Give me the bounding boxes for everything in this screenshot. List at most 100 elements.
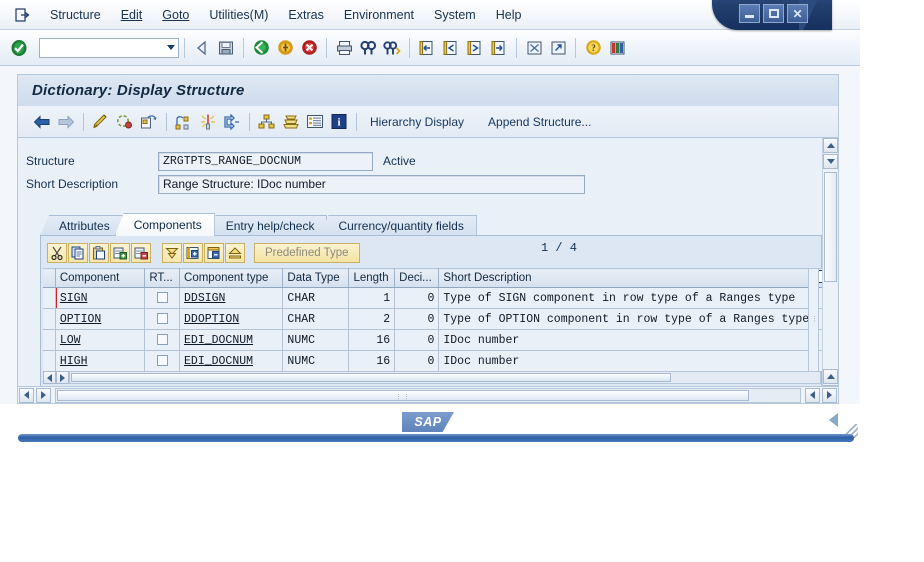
find-icon[interactable] (357, 37, 379, 59)
window-horizontal-scrollbar[interactable]: ⋮⋮ (17, 386, 839, 404)
tab-attributes[interactable]: Attributes (40, 215, 123, 236)
content-vertical-scrollbar[interactable] (822, 138, 837, 400)
content-scroll-down-button[interactable] (823, 154, 838, 169)
create-session-icon[interactable] (523, 37, 545, 59)
grid-scroll-thumb[interactable] (71, 373, 671, 382)
customize-layout-icon[interactable] (606, 37, 628, 59)
back-arrow-icon[interactable] (30, 111, 54, 133)
back-green-icon[interactable] (250, 37, 272, 59)
cell-component-type[interactable]: DDSIGN (180, 288, 283, 309)
stack-icon[interactable] (279, 111, 303, 133)
scroll-right-button[interactable] (56, 371, 69, 384)
table-row[interactable]: SIGN DDSIGN CHAR 1 0 Type of SIGN compon… (43, 288, 829, 309)
header-component-type[interactable]: Component type (180, 269, 283, 288)
maximize-button[interactable] (763, 4, 784, 23)
header-length[interactable]: Length (349, 269, 395, 288)
first-page-icon[interactable] (416, 37, 438, 59)
header-rt[interactable]: RT... (145, 269, 180, 288)
save-icon[interactable] (215, 37, 237, 59)
cell-rt-checkbox[interactable] (145, 288, 180, 309)
row-selector[interactable] (43, 351, 55, 372)
checkbox-icon[interactable] (157, 313, 168, 324)
header-component[interactable]: Component (55, 269, 144, 288)
navigate-icon[interactable] (220, 111, 244, 133)
menu-item-system[interactable]: System (424, 6, 486, 24)
insert-row-icon[interactable] (110, 243, 130, 263)
window-scroll-left2-button[interactable] (805, 388, 820, 403)
row-selector[interactable] (43, 330, 55, 351)
previous-page-icon[interactable] (440, 37, 462, 59)
paste-icon[interactable] (89, 243, 109, 263)
table-row[interactable]: OPTION DDOPTION CHAR 2 0 Type of OPTION … (43, 309, 829, 330)
info-icon[interactable]: i (327, 111, 351, 133)
menu-item-edit[interactable]: Edit (111, 6, 153, 24)
predefined-type-button[interactable]: Predefined Type (254, 243, 360, 263)
cell-component-type[interactable]: DDOPTION (180, 309, 283, 330)
create-shortcut-icon[interactable] (547, 37, 569, 59)
grid-scroll-track[interactable] (69, 371, 821, 384)
hierarchy-icon[interactable] (255, 111, 279, 133)
print-icon[interactable] (333, 37, 355, 59)
next-page-icon[interactable] (464, 37, 486, 59)
window-scroll-track[interactable]: ⋮⋮ (55, 388, 801, 403)
cell-component[interactable]: OPTION (55, 309, 144, 330)
list-icon[interactable] (303, 111, 327, 133)
short-description-input[interactable]: Range Structure: IDoc number (158, 175, 585, 194)
table-row[interactable]: HIGH EDI_DOCNUM NUMC 16 0 IDoc number (43, 351, 829, 372)
grid-horizontal-scrollbar[interactable] (43, 371, 821, 384)
cell-component-type[interactable]: EDI_DOCNUM (180, 351, 283, 372)
cell-component-type[interactable]: EDI_DOCNUM (180, 330, 283, 351)
menu-item-extras[interactable]: Extras (278, 6, 333, 24)
activate-icon[interactable] (137, 111, 161, 133)
remove-subtype-icon[interactable] (204, 243, 224, 263)
enter-check-icon[interactable] (8, 37, 30, 59)
header-decimals[interactable]: Deci... (395, 269, 439, 288)
collapse-left-icon[interactable] (829, 413, 838, 427)
find-next-icon[interactable] (381, 37, 403, 59)
cell-component[interactable]: HIGH (55, 351, 144, 372)
cancel-red-icon[interactable] (298, 37, 320, 59)
add-subtype-icon[interactable] (183, 243, 203, 263)
structure-input[interactable]: ZRGTPTS_RANGE_DOCNUM (158, 152, 373, 171)
content-scroll-up2-button[interactable] (823, 369, 838, 384)
display-change-icon[interactable] (89, 111, 113, 133)
checkbox-icon[interactable] (157, 355, 168, 366)
delete-row-icon[interactable] (131, 243, 151, 263)
generate-icon[interactable] (196, 111, 220, 133)
back-arrow-icon[interactable] (191, 37, 213, 59)
row-selector[interactable] (43, 309, 55, 330)
help-icon[interactable]: ? (582, 37, 604, 59)
menu-item-goto[interactable]: Goto (152, 6, 199, 24)
window-scroll-right2-button[interactable] (822, 388, 837, 403)
window-scroll-left-button[interactable] (19, 388, 34, 403)
header-select-all[interactable] (43, 269, 55, 288)
window-scroll-right-button[interactable] (36, 388, 51, 403)
grid-vertical-scrollbar[interactable]: ⋮⋮ (808, 268, 819, 376)
scroll-left-button[interactable] (43, 371, 56, 384)
tab-currency-quantity-fields[interactable]: Currency/quantity fields (319, 215, 476, 236)
checkbox-icon[interactable] (157, 292, 168, 303)
tab-components[interactable]: Components (115, 213, 215, 236)
session-icon[interactable] (12, 5, 34, 25)
cut-icon[interactable] (47, 243, 67, 263)
minimize-button[interactable] (739, 4, 760, 23)
cell-component[interactable]: SIGN (55, 288, 144, 309)
table-row[interactable]: LOW EDI_DOCNUM NUMC 16 0 IDoc number (43, 330, 829, 351)
hierarchy-display-button[interactable]: Hierarchy Display (362, 113, 472, 131)
chevron-down-icon[interactable] (167, 45, 175, 50)
exit-yellow-icon[interactable] (274, 37, 296, 59)
collapse-icon[interactable] (225, 243, 245, 263)
check-icon[interactable] (113, 111, 137, 133)
close-button[interactable]: ✕ (787, 4, 808, 23)
copy-icon[interactable] (68, 243, 88, 263)
header-short-description[interactable]: Short Description (439, 269, 814, 288)
row-selector[interactable] (43, 288, 55, 309)
menu-item-environment[interactable]: Environment (334, 6, 424, 24)
menu-item-help[interactable]: Help (486, 6, 532, 24)
content-scroll-up-button[interactable] (823, 138, 838, 153)
header-data-type[interactable]: Data Type (283, 269, 349, 288)
menu-item-utilities[interactable]: Utilities(M) (199, 6, 278, 24)
window-scroll-thumb[interactable]: ⋮⋮ (57, 390, 749, 401)
command-field[interactable] (39, 38, 179, 58)
tab-entry-help-check[interactable]: Entry help/check (207, 215, 328, 236)
